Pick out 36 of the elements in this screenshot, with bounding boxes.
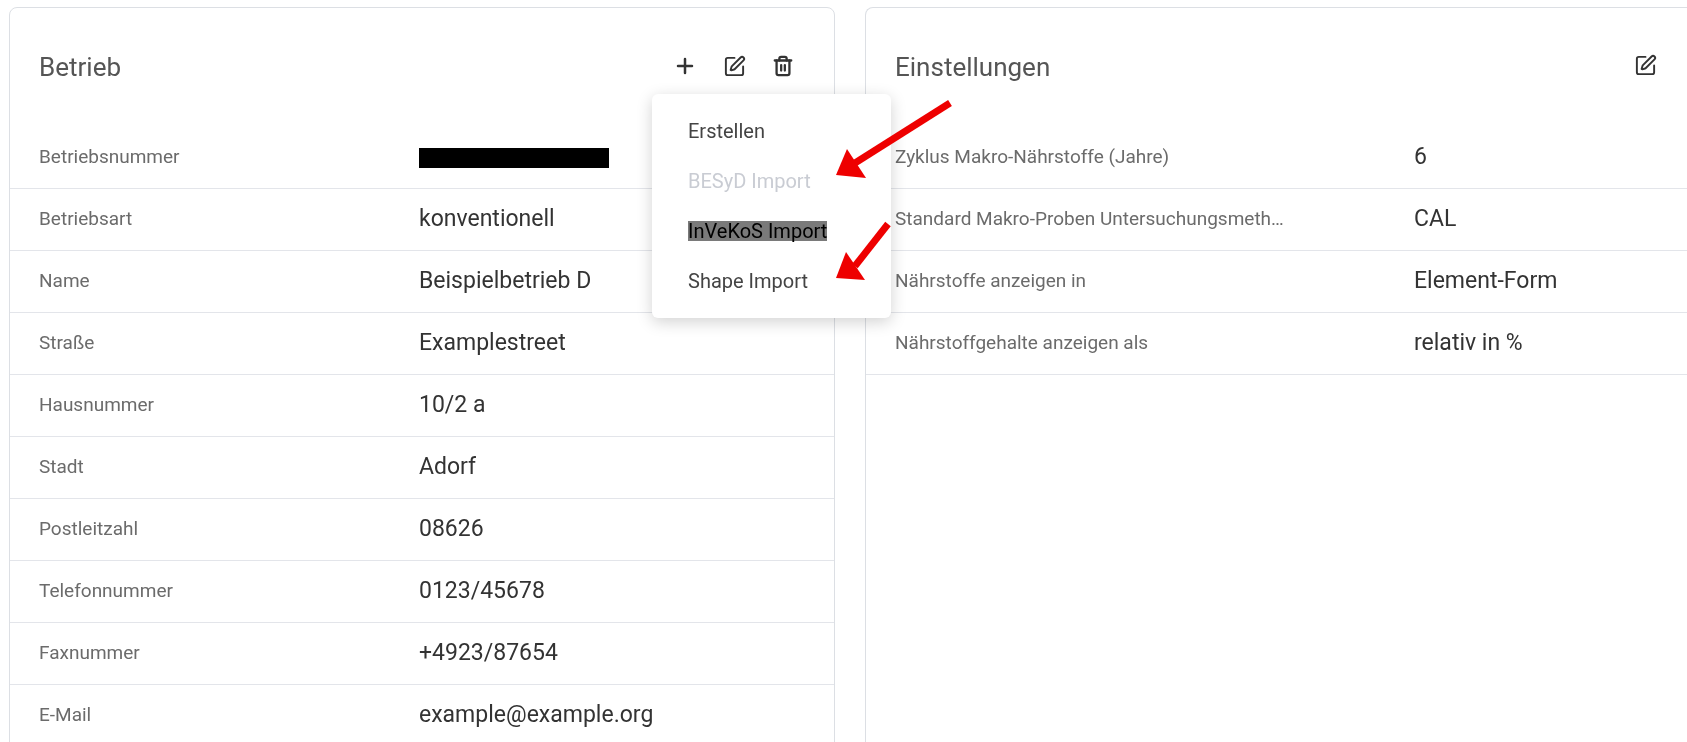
field-label: E-Mail: [39, 703, 92, 727]
field-label: Telefonnummer: [39, 579, 173, 603]
field-label: Name: [39, 269, 90, 293]
field-label: Nährstoffe anzeigen in: [895, 269, 1087, 293]
field-value: +4923/87654: [419, 639, 558, 667]
field-value: Adorf: [419, 453, 477, 481]
field-value: 0123/45678: [419, 577, 545, 605]
card-title: Einstellungen: [895, 51, 1051, 84]
field-label: Betriebsnummer: [39, 145, 180, 169]
field-value: example@example.org: [419, 701, 654, 729]
trash-icon[interactable]: [772, 55, 794, 77]
menu-item[interactable]: Erstellen: [652, 106, 891, 156]
field-label: Stadt: [39, 455, 84, 479]
menu-item[interactable]: Shape Import: [652, 256, 891, 306]
field-label: Betriebsart: [39, 207, 133, 231]
card-title: Betrieb: [39, 51, 121, 84]
field-label: Straße: [39, 331, 95, 355]
menu-item[interactable]: InVeKoS Import: [652, 206, 891, 256]
field-label: Nährstoffgehalte anzeigen als: [895, 331, 1149, 355]
field-value: Element-Form: [1414, 267, 1558, 295]
edit-icon[interactable]: [723, 54, 746, 78]
field-value: 10/2 a: [419, 391, 486, 419]
field-label: Hausnummer: [39, 393, 154, 417]
field-value: 08626: [419, 515, 484, 543]
annotation-arrow: [836, 221, 891, 280]
field-value: Examplestreet: [419, 329, 566, 357]
field-label: Zyklus Makro-Nährstoffe (Jahre): [895, 145, 1170, 169]
edit-icon[interactable]: [1634, 54, 1657, 77]
field-label: Faxnummer: [39, 641, 140, 665]
field-label: Postleitzahl: [39, 517, 139, 541]
field-value: CAL: [1414, 205, 1457, 233]
field-value: Beispielbetrieb D: [419, 267, 592, 295]
field-value: konventionell: [419, 205, 555, 233]
field-label: Standard Makro-Proben Untersuchungsmeth…: [895, 207, 1284, 231]
field-value: relativ in %: [1414, 329, 1523, 357]
field-value: 6: [1414, 143, 1427, 171]
